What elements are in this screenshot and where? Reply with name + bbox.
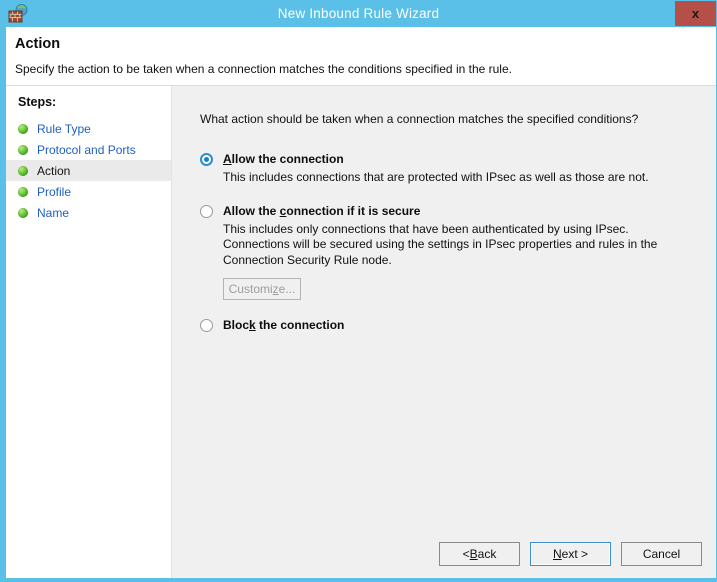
- title-bar: New Inbound Rule Wizard x: [0, 0, 717, 27]
- option-block-the-connection: Block the connection: [200, 318, 716, 332]
- option-label-block-the-connection: Block the connection: [223, 318, 345, 332]
- radio-block-the-connection[interactable]: [200, 319, 213, 332]
- page-subtitle: Specify the action to be taken when a co…: [15, 62, 512, 76]
- main-area: Steps: Rule Type Protocol and Ports Acti…: [6, 86, 716, 578]
- green-sphere-icon: [18, 207, 28, 218]
- sidebar-item-label: Profile: [37, 184, 72, 199]
- page-header: Action Specify the action to be taken wh…: [6, 27, 716, 86]
- sidebar-item-label: Rule Type: [37, 121, 91, 136]
- sidebar-item-action[interactable]: Action: [6, 160, 171, 181]
- close-button[interactable]: x: [675, 1, 716, 26]
- firewall-globe-icon: [8, 4, 28, 23]
- option-label-allow-the-connection: Allow the connection: [223, 152, 344, 166]
- option-description-allow-the-connection: This includes connections that are prote…: [223, 170, 649, 184]
- option-description-allow-if-secure: This includes only connections that have…: [223, 221, 658, 267]
- wizard-window: New Inbound Rule Wizard x Action Specify…: [0, 0, 717, 582]
- back-button[interactable]: < Back: [439, 542, 520, 566]
- next-button[interactable]: Next >: [530, 542, 611, 566]
- green-sphere-icon: [18, 144, 28, 155]
- sidebar-item-protocol-and-ports[interactable]: Protocol and Ports: [6, 139, 171, 160]
- content-panel: What action should be taken when a conne…: [172, 86, 716, 578]
- option-label-allow-if-secure: Allow the connection if it is secure: [223, 203, 421, 218]
- sidebar-item-label: Name: [37, 205, 70, 220]
- option-allow-the-connection: Allow the connection This includes conne…: [200, 152, 716, 186]
- customize-button: Customi z e...: [223, 278, 301, 300]
- sidebar-item-label: Action: [37, 163, 71, 178]
- radio-row-block-the-connection[interactable]: Block the connection: [200, 318, 716, 332]
- question-text: What action should be taken when a conne…: [200, 112, 639, 126]
- cancel-button[interactable]: Cancel: [621, 542, 702, 566]
- wizard-buttons: < Back Next > Cancel: [439, 542, 702, 566]
- green-sphere-icon: [18, 165, 28, 176]
- radio-allow-if-secure[interactable]: [200, 204, 213, 218]
- window-body: Action Specify the action to be taken wh…: [6, 27, 716, 578]
- sidebar-item-name[interactable]: Name: [6, 202, 171, 223]
- steps-heading: Steps:: [18, 95, 57, 109]
- sidebar-item-label: Protocol and Ports: [37, 142, 136, 157]
- green-sphere-icon: [18, 186, 28, 197]
- radio-row-allow-the-connection[interactable]: Allow the connection: [200, 152, 716, 166]
- page-title: Action: [15, 36, 61, 52]
- option-allow-if-secure: Allow the connection if it is secure Thi…: [200, 204, 716, 300]
- sidebar-item-rule-type[interactable]: Rule Type: [6, 118, 171, 139]
- radio-row-allow-if-secure[interactable]: Allow the connection if it is secure: [200, 204, 716, 218]
- sidebar-item-profile[interactable]: Profile: [6, 181, 171, 202]
- steps-sidebar: Steps: Rule Type Protocol and Ports Acti…: [6, 86, 172, 578]
- green-sphere-icon: [18, 123, 28, 134]
- radio-allow-the-connection[interactable]: [200, 153, 213, 166]
- window-title: New Inbound Rule Wizard: [277, 6, 440, 21]
